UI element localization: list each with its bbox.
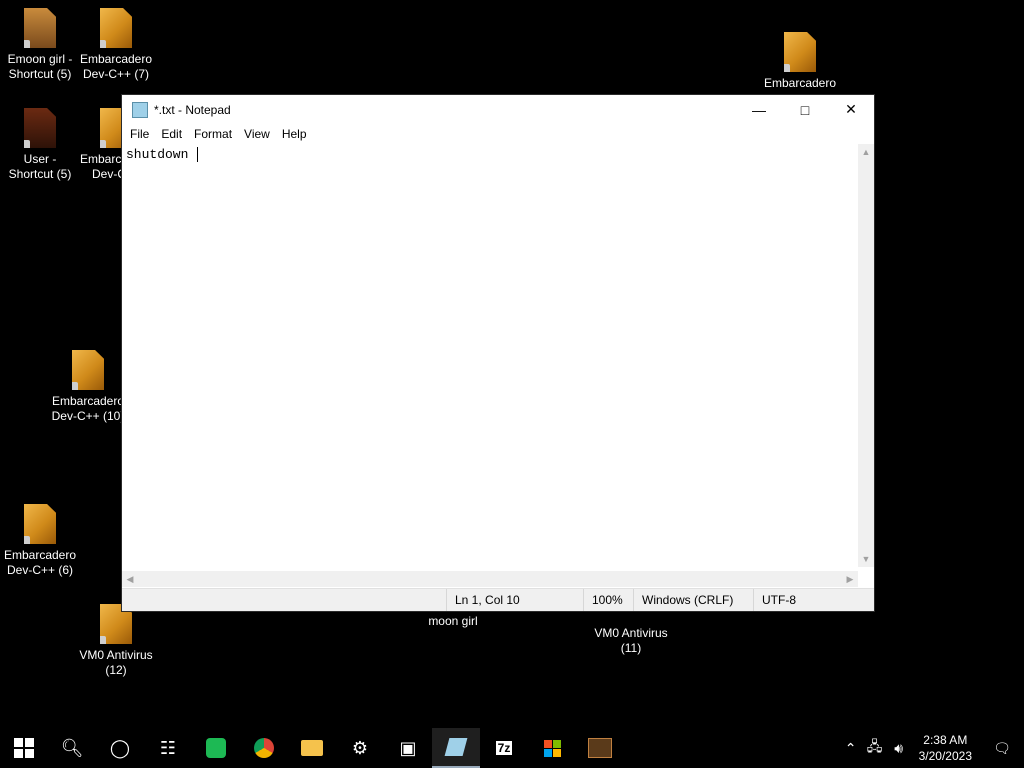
- desktop-icon-label: VM0 Antivirus (11): [594, 626, 668, 655]
- vertical-scrollbar[interactable]: ▲ ▼: [858, 144, 874, 567]
- desktop-icon-label: Embarcadero Dev-C++ (6): [3, 548, 77, 577]
- taskbar: 🔍︎ ◯ ☷ ⚙ ▣ 7z ⌃ 🖧︎ 🔊︎ 2:38 AM 3/20/2023 …: [0, 728, 1024, 768]
- file-explorer-icon[interactable]: [288, 728, 336, 768]
- desktop-icon-label: Embarcadero: [763, 76, 837, 90]
- game-icon[interactable]: [576, 728, 624, 768]
- desktop-icon-emoon-girl-shortcut[interactable]: Emoon girl - Shortcut (5): [0, 8, 80, 82]
- desktop-icon-user-shortcut[interactable]: User - Shortcut (5): [0, 108, 80, 182]
- horizontal-scrollbar[interactable]: ◀ ▶: [122, 571, 858, 587]
- desktop-icon-devcpp-7[interactable]: Embarcadero Dev-C++ (7): [76, 8, 156, 82]
- notepad-app-icon: [132, 101, 148, 118]
- start-icon[interactable]: [0, 728, 48, 768]
- file-icon: [72, 350, 104, 390]
- text-editor[interactable]: shutdown: [122, 144, 858, 567]
- network-icon[interactable]: 🖧︎: [863, 736, 887, 760]
- desktop-icon-label: VM0 Antivirus (12): [79, 648, 153, 677]
- search-icon[interactable]: 🔍︎: [48, 728, 96, 768]
- desktop-icon-vm0-antivirus-11[interactable]: VM0 Antivirus (11): [591, 626, 671, 656]
- store-icon[interactable]: [528, 728, 576, 768]
- system-tray: ⌃ 🖧︎ 🔊︎ 2:38 AM 3/20/2023 🗨︎: [839, 728, 1024, 768]
- window-title: *.txt - Notepad: [154, 102, 231, 117]
- desktop-icon-vm0-antivirus-12[interactable]: VM0 Antivirus (12): [76, 604, 156, 678]
- chrome-icon[interactable]: [240, 728, 288, 768]
- editor-text: shutdown: [126, 147, 197, 162]
- close-icon[interactable]: ✕: [828, 95, 874, 124]
- text-caret: [197, 147, 199, 163]
- scroll-down-icon[interactable]: ▼: [858, 551, 874, 567]
- notepad-window[interactable]: *.txt - Notepad — □ ✕ File Edit Format V…: [122, 95, 874, 611]
- volume-icon[interactable]: 🔊︎: [887, 740, 911, 757]
- title-bar[interactable]: *.txt - Notepad — □ ✕: [122, 95, 874, 124]
- settings-icon[interactable]: ⚙: [336, 728, 384, 768]
- notifications-icon[interactable]: 🗨︎: [980, 740, 1024, 757]
- scroll-up-icon[interactable]: ▲: [858, 144, 874, 160]
- desktop-icon-label: Embarcadero Dev-C++ (7): [79, 52, 153, 81]
- desktop-icon-devcpp-6[interactable]: Embarcadero Dev-C++ (6): [0, 504, 80, 578]
- maximize-icon[interactable]: □: [782, 95, 828, 124]
- control-panel-icon[interactable]: ▣: [384, 728, 432, 768]
- desktop-icon-label: moon girl: [428, 614, 478, 628]
- shortcut-icon: [24, 8, 56, 48]
- desktop-icon-moon-girl[interactable]: moon girl: [413, 614, 493, 629]
- scroll-left-icon[interactable]: ◀: [122, 571, 138, 587]
- cortana-icon[interactable]: ◯: [96, 728, 144, 768]
- minimize-icon[interactable]: —: [736, 95, 782, 124]
- clock[interactable]: 2:38 AM 3/20/2023: [911, 732, 980, 764]
- menu-file[interactable]: File: [124, 127, 155, 141]
- clock-date: 3/20/2023: [918, 749, 972, 763]
- desktop-icon-label: Embarcadero Dev-C++ (10): [51, 394, 125, 423]
- 7zip-icon[interactable]: 7z: [480, 728, 528, 768]
- status-bar: Ln 1, Col 10 100% Windows (CRLF) UTF-8: [122, 588, 874, 611]
- green-app-icon[interactable]: [192, 728, 240, 768]
- menu-help[interactable]: Help: [276, 127, 313, 141]
- menu-edit[interactable]: Edit: [155, 127, 188, 141]
- shortcut-icon: [24, 108, 56, 148]
- desktop-icon-label: Emoon girl - Shortcut (5): [7, 52, 73, 81]
- status-position: Ln 1, Col 10: [446, 589, 520, 611]
- status-encoding: UTF-8: [753, 589, 796, 611]
- status-zoom: 100%: [583, 589, 623, 611]
- desktop-icon-devcpp-10[interactable]: Embarcadero Dev-C++ (10): [48, 350, 128, 424]
- file-icon: [784, 32, 816, 72]
- file-icon: [24, 504, 56, 544]
- menu-view[interactable]: View: [238, 127, 276, 141]
- chevron-up-icon[interactable]: ⌃: [839, 740, 863, 757]
- desktop-icon-label: User - Shortcut (5): [8, 152, 72, 181]
- clock-time: 2:38 AM: [923, 733, 968, 747]
- status-line-ending: Windows (CRLF): [633, 589, 733, 611]
- menu-bar: File Edit Format View Help: [122, 124, 874, 144]
- scroll-right-icon[interactable]: ▶: [842, 571, 858, 587]
- desktop-icon-embarcadero[interactable]: Embarcadero: [760, 32, 840, 91]
- task-view-icon[interactable]: ☷: [144, 728, 192, 768]
- file-icon: [100, 8, 132, 48]
- notepad-icon[interactable]: [432, 728, 480, 768]
- menu-format[interactable]: Format: [188, 127, 238, 141]
